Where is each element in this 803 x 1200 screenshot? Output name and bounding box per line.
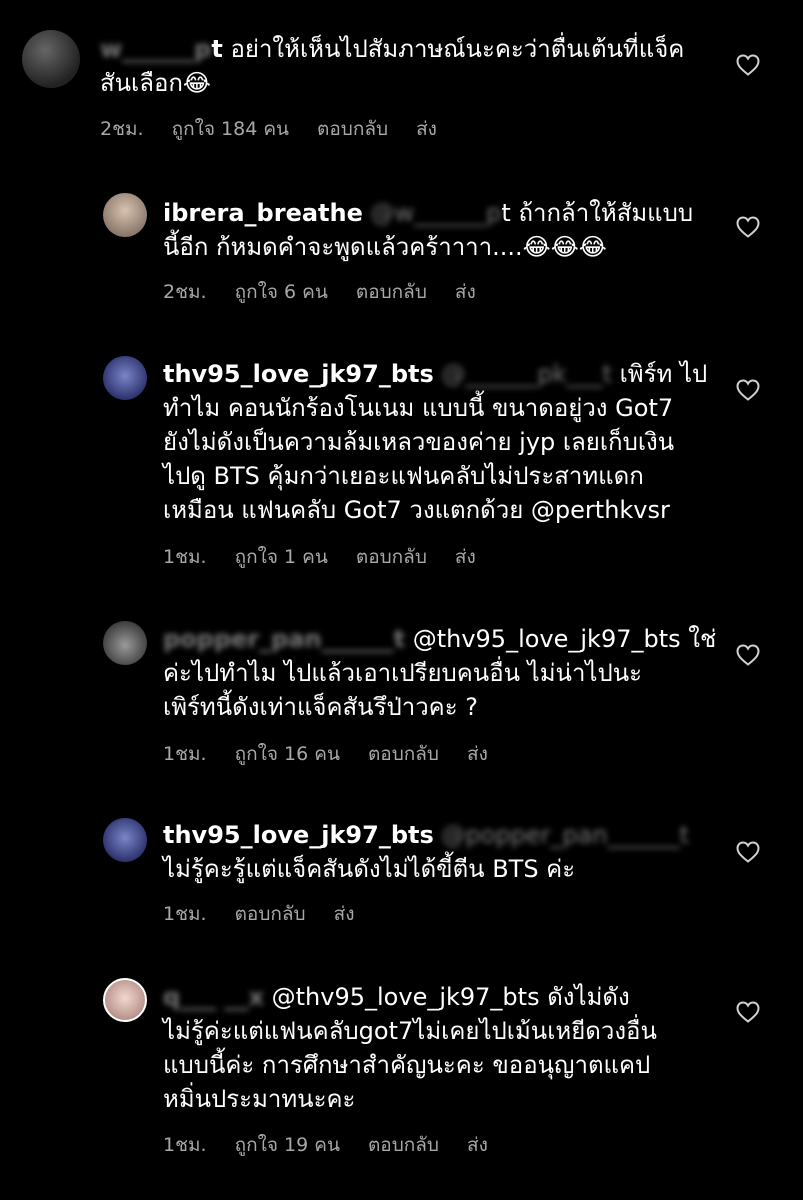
comment-meta: 1ชม. ตอบกลับ ส่ง <box>163 899 382 929</box>
emoji: 😂😂😂 <box>522 233 607 261</box>
comment-line: ไปดู BTS คุ้มกว่าเยอะแฟนคลับไม่ประสาทแดก <box>163 462 644 490</box>
reply-button[interactable]: ตอบกลับ <box>356 281 427 303</box>
timestamp: 2ชม. <box>100 118 144 140</box>
username[interactable]: thv95_love_jk97_bts <box>163 360 434 388</box>
mention[interactable]: @popper_pan______t <box>441 821 689 849</box>
likes-count[interactable]: ถูกใจ 1 คน <box>235 546 328 568</box>
avatar[interactable] <box>103 818 147 862</box>
reply-button[interactable]: ตอบกลับ <box>235 903 306 925</box>
mention[interactable]: @______pk___t <box>441 360 612 388</box>
comment-text: w______pt อย่าให้เห็นไปสัมภาษณ์นะคะว่าตื… <box>100 32 700 100</box>
comment-line: หมิ่นประมาทนะคะ <box>163 1085 356 1113</box>
send-button[interactable]: ส่ง <box>467 1134 488 1156</box>
comment-line: popper_pan______t @thv95_love_jk97_bts ใ… <box>163 622 723 656</box>
avatar[interactable] <box>103 356 147 400</box>
likes-count[interactable]: ถูกใจ 6 คน <box>235 281 328 303</box>
username[interactable]: w______p <box>100 35 211 63</box>
send-button[interactable]: ส่ง <box>467 743 488 765</box>
avatar[interactable] <box>103 978 147 1022</box>
comment-line: ไม่รู้คะรู้แต่แจ็คสันดังไม่ได้ขี้ตีน BTS… <box>163 855 576 883</box>
comment-meta: 1ชม. ถูกใจ 16 คน ตอบกลับ ส่ง <box>163 739 516 769</box>
heart-icon[interactable] <box>736 379 760 401</box>
reply-button[interactable]: ตอบกลับ <box>368 743 439 765</box>
send-button[interactable]: ส่ง <box>455 546 476 568</box>
timestamp: 2ชม. <box>163 281 207 303</box>
reply-button[interactable]: ตอบกลับ <box>317 118 388 140</box>
comment-meta: 1ชม. ถูกใจ 19 คน ตอบกลับ ส่ง <box>163 1130 516 1160</box>
emoji: 😂 <box>182 69 211 97</box>
comment-line: เหมือน แฟนคลับ Got7 วงแตกด้วย @perthkvsr <box>163 496 670 524</box>
heart-icon[interactable] <box>736 216 760 238</box>
comment-line: ยังไม่ดังเป็นความล้มเหลวของค่าย jyp เลยเ… <box>163 428 675 456</box>
reply-button[interactable]: ตอบกลับ <box>368 1134 439 1156</box>
avatar[interactable] <box>103 621 147 665</box>
likes-count[interactable]: ถูกใจ 19 คน <box>235 1134 340 1156</box>
username[interactable]: q___ __x <box>163 983 264 1011</box>
username[interactable]: popper_pan______t <box>163 625 405 653</box>
send-button[interactable]: ส่ง <box>455 281 476 303</box>
mention-tail[interactable]: t <box>501 199 510 227</box>
timestamp: 1ชม. <box>163 546 207 568</box>
comment-line: เพิร์ทนี้ดังเท่าแจ็คสันรึป่าวคะ ? <box>163 693 478 721</box>
avatar[interactable] <box>103 193 147 237</box>
send-button[interactable]: ส่ง <box>334 903 355 925</box>
timestamp: 1ชม. <box>163 903 207 925</box>
reply-button[interactable]: ตอบกลับ <box>356 546 427 568</box>
username-tail[interactable]: t <box>211 35 222 63</box>
comment-text: thv95_love_jk97_bts @______pk___t เพิร์ท… <box>163 357 723 527</box>
heart-icon[interactable] <box>736 1001 760 1023</box>
comment-line: ไม่รู้ค่ะแต่แฟนคลับgot7ไม่เคยไปเม้นเหยีด… <box>163 1017 657 1045</box>
comment-body: เพิร์ท ไป <box>611 360 708 388</box>
username[interactable]: ibrera_breathe <box>163 199 363 227</box>
send-button[interactable]: ส่ง <box>416 118 437 140</box>
comment-line: ทำไม คอนนักร้องโนเนม แบบนี้ ขนาดอยู่วง G… <box>163 394 674 422</box>
comment-meta: 2ชม. ถูกใจ 6 คน ตอบกลับ ส่ง <box>163 277 504 307</box>
mention[interactable]: @thv95_love_jk97_bts ดังไม่ดัง <box>264 983 630 1011</box>
comment-line: thv95_love_jk97_bts @popper_pan______t <box>163 818 723 852</box>
timestamp: 1ชม. <box>163 743 207 765</box>
heart-icon[interactable] <box>736 644 760 666</box>
comment-text: popper_pan______t @thv95_love_jk97_bts ใ… <box>163 622 723 724</box>
comment-line: thv95_love_jk97_bts @______pk___t เพิร์ท… <box>163 357 723 391</box>
avatar[interactable] <box>22 30 80 88</box>
mention[interactable]: @w______p <box>371 199 502 227</box>
comment-text: q___ __x @thv95_love_jk97_bts ดังไม่ดัง … <box>163 980 723 1116</box>
comment-meta: 1ชม. ถูกใจ 1 คน ตอบกลับ ส่ง <box>163 542 504 572</box>
mention[interactable]: @thv95_love_jk97_bts ใช่ <box>405 625 717 653</box>
likes-count[interactable]: ถูกใจ 184 คน <box>172 118 289 140</box>
timestamp: 1ชม. <box>163 1134 207 1156</box>
comment-line: แบบนี้ค่ะ การศึกษาสำคัญนะคะ ขออนุญาตแคป <box>163 1051 651 1079</box>
likes-count[interactable]: ถูกใจ 16 คน <box>235 743 340 765</box>
comment-line: ค่ะไปทำไม ไปแล้วเอาเปรียบคนอื่น ไม่น่าไป… <box>163 659 643 687</box>
comment-meta: 2ชม. ถูกใจ 184 คน ตอบกลับ ส่ง <box>100 114 465 144</box>
heart-icon[interactable] <box>736 841 760 863</box>
heart-icon[interactable] <box>736 54 760 76</box>
comment-text: thv95_love_jk97_bts @popper_pan______t ไ… <box>163 818 723 886</box>
comment-line: q___ __x @thv95_love_jk97_bts ดังไม่ดัง <box>163 980 723 1014</box>
comment-text: ibrera_breathe @w______pt ถ้ากล้าให้สัมแ… <box>163 196 703 264</box>
username[interactable]: thv95_love_jk97_bts <box>163 821 434 849</box>
